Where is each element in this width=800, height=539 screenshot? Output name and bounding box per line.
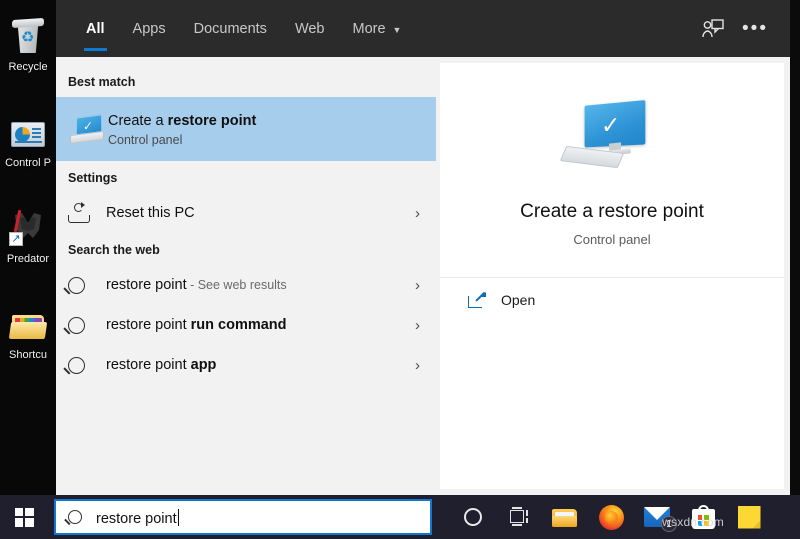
- preview-title: Create a restore point: [520, 201, 704, 223]
- task-view-icon: [508, 509, 530, 525]
- recycle-bin-icon: ♻: [8, 18, 48, 58]
- group-header-settings: Settings: [56, 161, 436, 193]
- tab-documents[interactable]: Documents: [180, 0, 281, 57]
- search-body: Best match ✓ Create a restore point Cont…: [56, 57, 790, 495]
- desktop-icon-label: Control P: [5, 157, 51, 170]
- search-flyout: All Apps Documents Web More ▼: [56, 0, 790, 495]
- result-title: restore point run command: [106, 316, 287, 334]
- taskbar-item-firefox[interactable]: [588, 495, 634, 539]
- result-subtitle: Control panel: [108, 133, 256, 147]
- desktop-icon-predator[interactable]: ↗ Predator: [0, 210, 56, 284]
- result-title: Create a restore point: [108, 112, 256, 130]
- chevron-right-icon[interactable]: ›: [415, 357, 424, 374]
- sticky-notes-icon: [738, 506, 761, 529]
- preview-pane: ✓ Create a restore point Control panel O…: [440, 63, 784, 489]
- preview-subtitle: Control panel: [573, 232, 650, 247]
- restore-point-icon: ✓: [70, 113, 108, 145]
- screen: ♻ Recycle Control P: [0, 0, 800, 539]
- taskbar-search-input[interactable]: restore point: [54, 499, 432, 535]
- tab-label: More: [353, 21, 386, 37]
- result-title: Reset this PC: [106, 204, 195, 222]
- restore-point-large-icon: ✓: [557, 99, 667, 179]
- result-text-block: restore point run command: [106, 316, 287, 334]
- taskbar-item-task-view[interactable]: [496, 495, 542, 539]
- chevron-right-icon[interactable]: ›: [415, 205, 424, 222]
- firefox-icon: [599, 505, 624, 530]
- search-tabs: All Apps Documents Web More ▼: [56, 0, 415, 57]
- file-explorer-icon: [552, 507, 578, 528]
- result-text-block: Create a restore point Control panel: [108, 112, 256, 147]
- feedback-icon[interactable]: [702, 19, 724, 39]
- control-panel-icon: [8, 114, 48, 154]
- search-icon: [68, 510, 82, 524]
- chevron-down-icon: ▼: [393, 25, 402, 35]
- group-header-search-the-web: Search the web: [56, 233, 436, 265]
- group-header-best-match: Best match: [56, 65, 436, 97]
- open-action[interactable]: Open: [440, 278, 784, 308]
- tab-apps[interactable]: Apps: [119, 0, 180, 57]
- desktop-icon-control-panel[interactable]: Control P: [0, 114, 56, 188]
- desktop-icon-label: Recycle: [8, 61, 47, 74]
- tab-label: Documents: [194, 21, 267, 37]
- tab-all[interactable]: All: [72, 0, 119, 57]
- ellipsis-icon[interactable]: •••: [742, 24, 768, 34]
- reset-pc-icon: [68, 197, 106, 229]
- result-web-run-command[interactable]: restore point run command ›: [56, 305, 436, 345]
- result-text-block: restore point - See web results: [106, 276, 287, 294]
- search-icon: [68, 349, 106, 381]
- results-column: Best match ✓ Create a restore point Cont…: [56, 57, 436, 495]
- taskbar-item-cortana[interactable]: [450, 495, 496, 539]
- search-header: All Apps Documents Web More ▼: [56, 0, 790, 57]
- text-caret: [178, 509, 179, 526]
- result-title: restore point - See web results: [106, 276, 287, 294]
- chevron-right-icon[interactable]: ›: [415, 317, 424, 334]
- search-icon: [68, 309, 106, 341]
- tab-label: All: [86, 21, 105, 37]
- chevron-right-icon[interactable]: ›: [415, 277, 424, 294]
- shortcut-arrow-icon: ↗: [9, 232, 23, 246]
- result-best-match[interactable]: ✓ Create a restore point Control panel: [56, 97, 436, 161]
- desktop-icon-label: Shortcu: [9, 349, 47, 362]
- desktop-icon-list: ♻ Recycle Control P: [0, 18, 56, 402]
- tab-label: Apps: [133, 21, 166, 37]
- result-text-block: restore point app: [106, 356, 216, 374]
- tab-web[interactable]: Web: [281, 0, 339, 57]
- folder-icon: [8, 306, 48, 346]
- desktop-icon-label: Predator: [7, 253, 49, 266]
- desktop-icon-shortcut-folder[interactable]: Shortcu: [0, 306, 56, 380]
- result-text-block: Reset this PC: [106, 204, 195, 222]
- predator-icon: ↗: [8, 210, 48, 250]
- taskbar-item-sticky-notes[interactable]: [726, 495, 772, 539]
- open-external-icon: [468, 293, 485, 308]
- start-button[interactable]: [0, 495, 48, 539]
- windows-logo-icon: [15, 508, 34, 527]
- result-reset-this-pc[interactable]: Reset this PC ›: [56, 193, 436, 233]
- tab-label: Web: [295, 21, 325, 37]
- tab-more[interactable]: More ▼: [339, 0, 416, 57]
- cortana-icon: [464, 508, 482, 526]
- search-input-value: restore point: [96, 506, 179, 528]
- desktop-icon-recycle-bin[interactable]: ♻ Recycle: [0, 18, 56, 92]
- result-title: restore point app: [106, 356, 216, 374]
- result-web-app[interactable]: restore point app ›: [56, 345, 436, 385]
- header-actions: •••: [702, 0, 790, 57]
- taskbar: restore point: [0, 495, 800, 539]
- taskbar-item-file-explorer[interactable]: [542, 495, 588, 539]
- desktop-right-strip: [790, 0, 800, 495]
- open-label: Open: [501, 292, 535, 308]
- watermark: wsxdn.com: [662, 515, 724, 529]
- search-icon: [68, 269, 106, 301]
- result-web-see-results[interactable]: restore point - See web results ›: [56, 265, 436, 305]
